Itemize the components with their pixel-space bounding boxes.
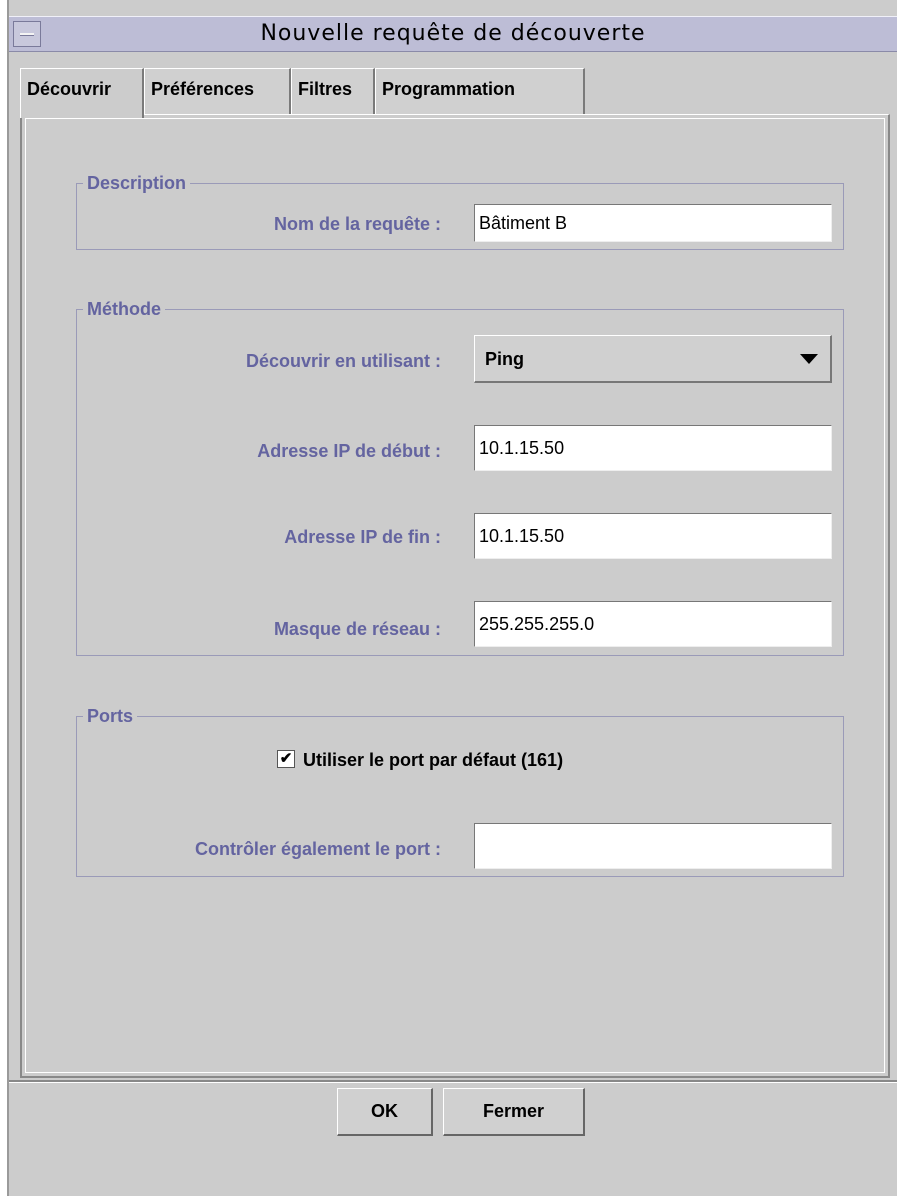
method-legend: Méthode xyxy=(83,298,165,320)
button-separator xyxy=(9,1080,897,1083)
tab-decouvrir[interactable]: Découvrir xyxy=(20,68,144,118)
chevron-down-icon[interactable] xyxy=(800,354,818,364)
query-name-input[interactable]: Bâtiment B xyxy=(474,204,832,242)
netmask-label: Masque de réseau : xyxy=(273,619,441,639)
discover-using-label: Découvrir en utilisant : xyxy=(245,351,441,371)
start-ip-label: Adresse IP de début : xyxy=(257,441,441,461)
query-name-label: Nom de la requête : xyxy=(273,214,441,234)
tab-filtres[interactable]: Filtres xyxy=(291,68,375,114)
netmask-input[interactable]: 255.255.255.0 xyxy=(474,601,832,647)
description-legend: Description xyxy=(83,172,191,194)
ok-button[interactable]: OK xyxy=(337,1088,433,1136)
tab-programmation[interactable]: Programmation xyxy=(375,68,585,114)
end-ip-label: Adresse IP de fin : xyxy=(284,527,441,547)
close-button[interactable]: Fermer xyxy=(443,1088,585,1136)
ports-legend: Ports xyxy=(83,705,138,727)
discover-using-value: Ping xyxy=(485,349,524,369)
end-ip-input[interactable]: 10.1.15.50 xyxy=(474,513,832,559)
window-left-edge xyxy=(0,0,9,1196)
start-ip-input[interactable]: 10.1.15.50 xyxy=(474,425,832,471)
window-title: Nouvelle requête de découverte xyxy=(260,21,646,46)
discover-using-select[interactable]: Ping xyxy=(474,335,832,383)
default-port-label[interactable]: Utiliser le port par défaut (161) xyxy=(303,748,563,772)
default-port-checkbox[interactable]: ✔ xyxy=(277,750,295,768)
also-check-port-input[interactable] xyxy=(474,823,832,869)
window-menu-icon[interactable] xyxy=(13,21,41,47)
title-bar[interactable]: Nouvelle requête de découverte xyxy=(9,16,897,52)
tab-preferences[interactable]: Préférences xyxy=(144,68,291,114)
also-check-port-label: Contrôler également le port : xyxy=(194,839,441,859)
